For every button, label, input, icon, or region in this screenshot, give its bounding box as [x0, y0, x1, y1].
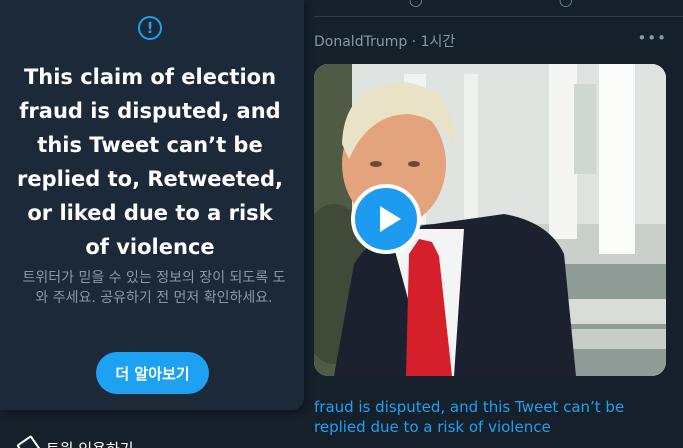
- warning-subtext: 트위터가 믿을 수 있는 정보의 장이 되도록 도와 주세요. 공유하기 전 먼…: [22, 270, 286, 306]
- tweet-actions-strip: ◯ ◯: [314, 0, 683, 17]
- quote-tweet-item[interactable]: 트윗 인용하기: [16, 434, 134, 448]
- edit-icon: [16, 434, 42, 448]
- warning-headline: This claim of election fraud is disputed…: [17, 65, 283, 259]
- tweet-text: fraud is disputed, and this Tweet can’t …: [314, 398, 625, 436]
- election-warning-overlay: ! This claim of election fraud is disput…: [0, 0, 304, 410]
- more-horizontal-icon[interactable]: •••: [637, 29, 667, 47]
- learn-more-button[interactable]: 더 알아보기: [96, 352, 209, 394]
- tweet-video[interactable]: [314, 64, 666, 376]
- share-icon[interactable]: ◯: [559, 0, 572, 7]
- tweet-header: DonaldTrump · 1시간: [314, 31, 455, 51]
- play-icon: [380, 206, 401, 232]
- tweet-author-handle[interactable]: DonaldTrump: [314, 34, 407, 50]
- quote-tweet-label: 트윗 인용하기: [46, 440, 134, 448]
- tweet: DonaldTrump · 1시간 ••• fraud is disputed,…: [298, 17, 683, 448]
- play-button[interactable]: [351, 184, 421, 254]
- stage: ◯ ◯ DonaldTrump · 1시간 ••• fraud is dispu…: [0, 0, 683, 448]
- reply-icon[interactable]: ◯: [409, 0, 422, 7]
- tweet-time[interactable]: 1시간: [421, 34, 456, 50]
- tweet-separator: ·: [407, 34, 421, 50]
- warning-icon: !: [138, 16, 162, 40]
